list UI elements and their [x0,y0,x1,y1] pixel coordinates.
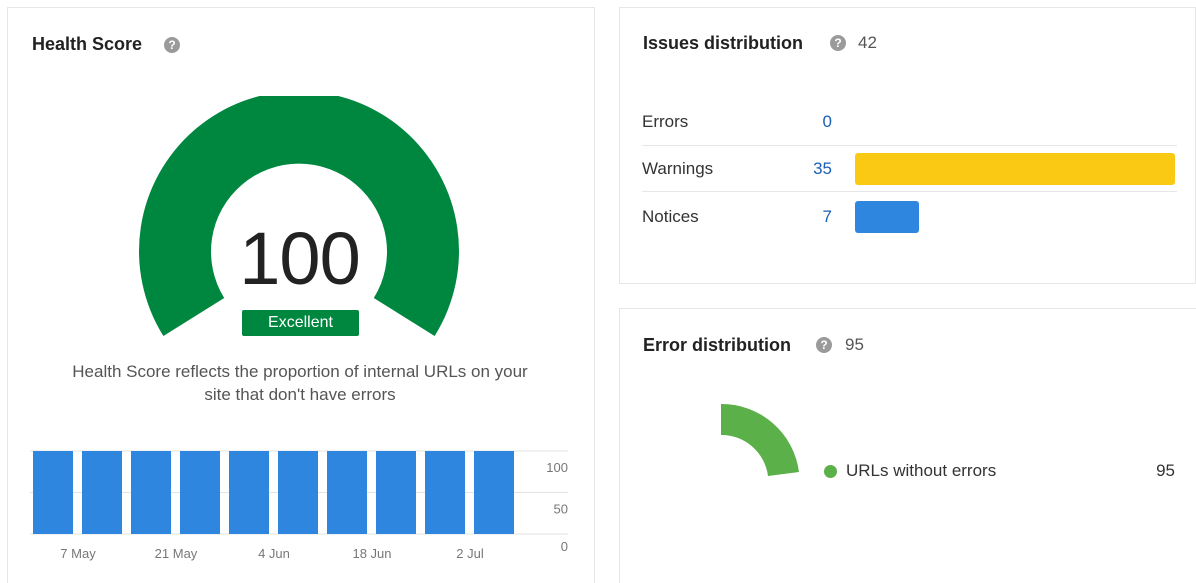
health-score-title: Health Score [32,34,143,54]
history-bar[interactable] [82,451,122,534]
history-bar[interactable] [376,451,416,534]
x-tick-label: 7 May [60,546,96,561]
history-bar[interactable] [327,451,367,534]
error-total-count: 95 [845,335,864,354]
help-icon[interactable]: ? [164,37,180,53]
history-bar[interactable] [33,451,73,534]
help-icon[interactable]: ? [830,35,846,51]
y-tick-label: 0 [561,539,568,554]
issue-row-warnings[interactable]: Warnings 35 [642,145,1177,191]
legend-label[interactable]: URLs without errors [846,461,996,481]
history-bar[interactable] [474,451,514,534]
issue-label: Notices [642,207,699,226]
x-tick-label: 4 Jun [258,546,290,561]
history-bar[interactable] [425,451,465,534]
issues-total-count: 42 [858,33,877,52]
issue-count-link[interactable]: 7 [792,207,832,227]
issue-count-link[interactable]: 0 [792,112,832,132]
health-history-chart[interactable]: 100 50 0 7 May 21 May 4 Jun 18 Jun 2 Jul [30,445,580,570]
x-tick-label: 18 Jun [352,546,391,561]
error-donut-chart[interactable] [706,392,816,492]
help-icon[interactable]: ? [816,337,832,353]
history-bar[interactable] [278,451,318,534]
issue-label: Warnings [642,159,714,178]
history-bar[interactable] [229,451,269,534]
issue-row-errors[interactable]: Errors 0 [642,98,1177,144]
history-bar[interactable] [131,451,171,534]
legend-dot [824,465,837,478]
x-tick-label: 2 Jul [456,546,484,561]
x-tick-label: 21 May [155,546,198,561]
legend-value: 95 [1156,461,1175,480]
issue-label: Errors [642,112,689,131]
y-tick-label: 100 [546,460,568,475]
history-bar[interactable] [180,451,220,534]
notices-bar[interactable] [855,201,919,233]
y-tick-label: 50 [554,502,568,517]
health-score-value: 100 [239,217,360,300]
health-score-description: Health Score reflects the proportion of … [40,360,560,406]
warnings-bar[interactable] [855,153,1175,185]
description-line: Health Score reflects the proportion of … [72,362,528,381]
donut-segment-urls-without-errors[interactable] [721,403,799,476]
issue-count-link[interactable]: 35 [792,159,832,179]
issues-distribution-title: Issues distribution [643,33,804,53]
issue-row-notices[interactable]: Notices 7 [642,191,1177,237]
description-line: site that don't have errors [204,385,396,404]
error-distribution-title: Error distribution [643,335,791,355]
health-status-badge: Excellent [242,310,359,336]
